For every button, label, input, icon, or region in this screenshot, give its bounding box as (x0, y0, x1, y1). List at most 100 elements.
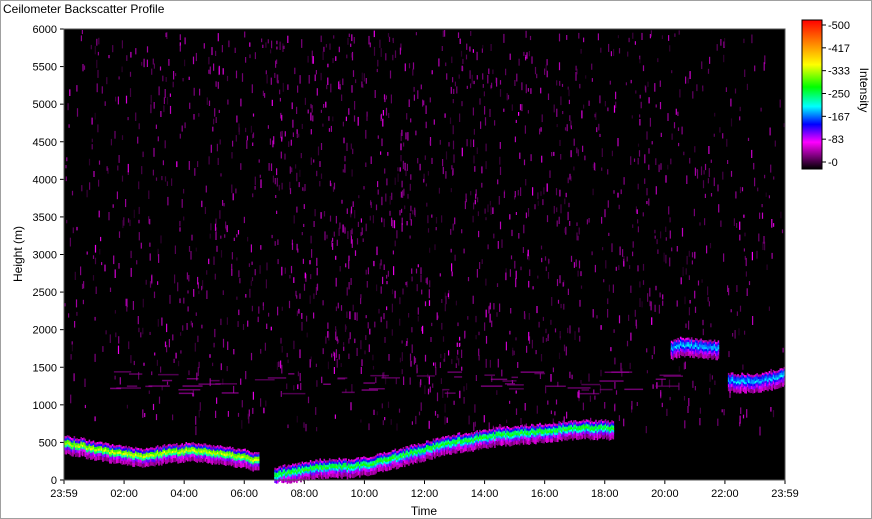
noise-cell (299, 349, 301, 359)
noise-cell (525, 30, 527, 38)
noise-cell (488, 68, 490, 75)
haze-cell (368, 388, 385, 390)
noise-cell (142, 327, 144, 335)
noise-cell (236, 234, 238, 238)
noise-cell (94, 416, 96, 422)
noise-cell (281, 114, 283, 121)
noise-cell (88, 158, 91, 166)
noise-cell (499, 166, 502, 175)
noise-cell (89, 182, 91, 190)
noise-cell (578, 227, 580, 235)
noise-cell (470, 31, 472, 36)
noise-cell (473, 139, 475, 147)
noise-cell (588, 373, 590, 382)
noise-cell (214, 223, 217, 231)
haze-cell (534, 372, 546, 375)
noise-cell (296, 106, 298, 114)
layer-cell (137, 462, 140, 467)
noise-cell (329, 180, 331, 186)
noise-cell (415, 415, 417, 425)
noise-cell (591, 63, 593, 70)
noise-cell (632, 241, 634, 248)
noise-cell (537, 192, 539, 200)
noise-cell (628, 314, 630, 321)
layer-cell (705, 354, 708, 359)
noise-cell (387, 401, 390, 408)
noise-cell (700, 166, 703, 176)
noise-cell (383, 313, 385, 320)
noise-cell (187, 306, 189, 312)
haze-cell (510, 380, 517, 382)
noise-cell (419, 381, 421, 388)
noise-cell (287, 424, 289, 429)
noise-cell (380, 151, 382, 155)
noise-cell (472, 215, 474, 223)
noise-cell (494, 120, 496, 126)
layer-cell (248, 465, 250, 470)
noise-cell (630, 156, 632, 165)
noise-cell (259, 174, 261, 178)
layer-cell (335, 473, 338, 478)
noise-cell (681, 227, 684, 237)
noise-cell (474, 421, 476, 427)
layer-cell (357, 471, 360, 476)
layer-cell (597, 434, 600, 439)
noise-cell (349, 311, 351, 320)
noise-cell (644, 85, 646, 91)
noise-cell (348, 255, 350, 261)
noise-cell (718, 204, 720, 213)
noise-cell (580, 380, 582, 384)
noise-cell (668, 35, 670, 41)
noise-cell (231, 263, 233, 270)
noise-cell (130, 51, 132, 58)
layer-cell (447, 449, 450, 454)
noise-cell (384, 417, 386, 421)
noise-cell (152, 58, 154, 65)
noise-cell (69, 237, 71, 247)
noise-cell (336, 336, 338, 342)
noise-cell (160, 235, 162, 244)
noise-cell (482, 44, 484, 49)
layer-cell (106, 457, 108, 462)
noise-cell (338, 46, 340, 53)
noise-cell (93, 171, 95, 177)
haze-cell (337, 377, 348, 379)
haze-cell (490, 378, 508, 381)
noise-cell (515, 212, 517, 215)
noise-cell (694, 290, 696, 299)
noise-cell (160, 111, 162, 117)
noise-cell (389, 210, 391, 216)
layer-cell (301, 475, 304, 480)
noise-cell (386, 281, 388, 285)
noise-cell (341, 94, 343, 101)
noise-cell (293, 277, 295, 283)
layer-cell (130, 461, 133, 466)
noise-cell (130, 250, 132, 259)
noise-cell (388, 36, 391, 42)
noise-cell (303, 223, 305, 227)
noise-cell (326, 234, 328, 239)
noise-cell (406, 341, 408, 346)
noise-cell (768, 195, 770, 199)
noise-cell (520, 187, 522, 196)
noise-cell (190, 320, 192, 326)
noise-cell (238, 270, 240, 278)
noise-cell (303, 204, 305, 209)
noise-cell (704, 193, 706, 198)
noise-cell (677, 111, 679, 116)
noise-cell (441, 215, 443, 223)
noise-cell (376, 68, 378, 73)
noise-cell (573, 138, 575, 146)
noise-cell (175, 352, 177, 359)
noise-cell (459, 336, 461, 341)
noise-cell (281, 136, 283, 142)
noise-cell (461, 101, 463, 107)
noise-cell (699, 418, 701, 426)
noise-cell (357, 221, 359, 227)
noise-cell (164, 176, 167, 182)
noise-cell (296, 206, 298, 213)
noise-cell (580, 285, 583, 289)
layer-cell (419, 458, 421, 463)
noise-cell (381, 217, 383, 223)
noise-cell (701, 279, 703, 283)
